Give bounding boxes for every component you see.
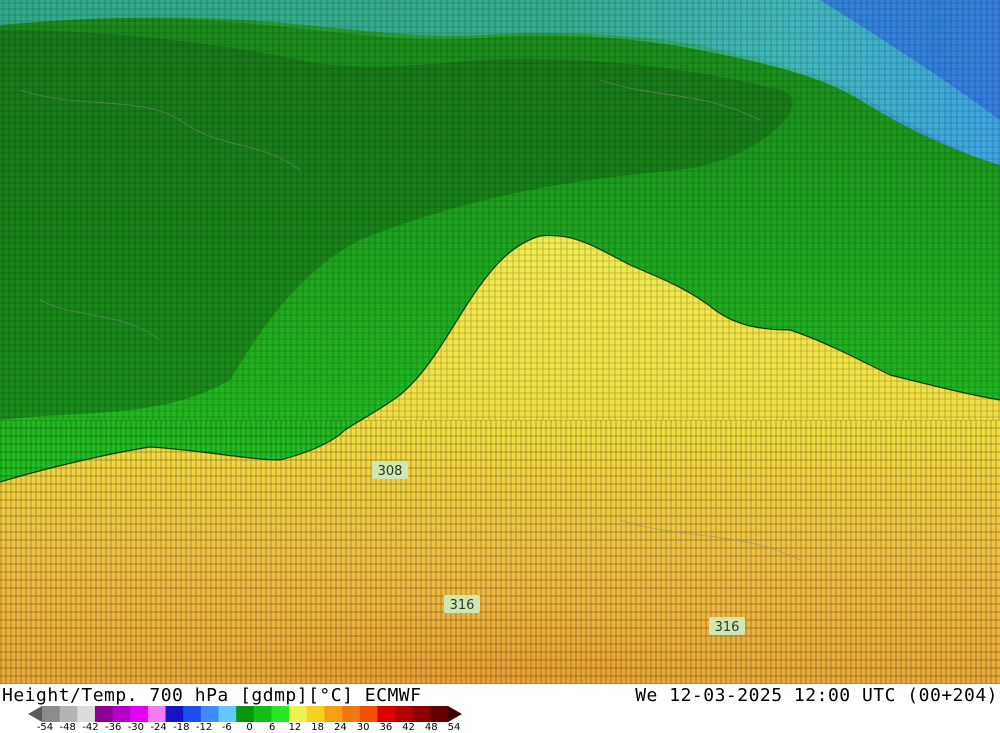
wind-barbs-north bbox=[0, 0, 1000, 420]
colorbar-segment bbox=[59, 706, 78, 722]
colorbar-segment bbox=[359, 706, 378, 722]
colorbar-tick-label: -24 bbox=[150, 722, 167, 733]
colorbar-segment bbox=[342, 706, 361, 722]
colorbar-segment bbox=[430, 706, 449, 722]
colorbar-segment bbox=[377, 706, 396, 722]
contour-label-316-center: 316 bbox=[444, 595, 480, 613]
colorbar-segment bbox=[147, 706, 167, 722]
colorbar-tick-label: -48 bbox=[59, 722, 76, 733]
colorbar-tick-label: 0 bbox=[246, 722, 253, 733]
colorbar-tick-label: -36 bbox=[104, 722, 122, 733]
colorbar-segment bbox=[412, 706, 431, 722]
colorbar-segment bbox=[42, 706, 61, 722]
forecast-datetime: We 12-03-2025 12:00 UTC (00+204) bbox=[635, 685, 998, 706]
svg-text:308: 308 bbox=[378, 464, 403, 479]
contour-label-308: 308 bbox=[372, 461, 408, 479]
colorbar-tick-label: 18 bbox=[311, 722, 325, 733]
colorbar-tick-label: -54 bbox=[36, 722, 54, 733]
colorbar-tick-label: -6 bbox=[221, 722, 232, 733]
colorbar-segment bbox=[200, 706, 220, 722]
contour-label-316-right: 316 bbox=[709, 617, 745, 635]
svg-text:316: 316 bbox=[450, 598, 475, 613]
colorbar-arrow-left bbox=[28, 706, 42, 722]
colorbar-arrow-right bbox=[448, 706, 462, 722]
colorbar-tick-label: -30 bbox=[127, 722, 145, 733]
colorbar-tick-label: 12 bbox=[288, 722, 302, 733]
colorbar-tick-label: -42 bbox=[82, 722, 99, 733]
colorbar-tick-label: 6 bbox=[269, 722, 276, 733]
colorbar-tick-label: 54 bbox=[447, 722, 461, 733]
colorbar-segment bbox=[218, 706, 237, 722]
colorbar-segment bbox=[130, 706, 149, 722]
color-scale-legend bbox=[28, 706, 462, 722]
colorbar-segment bbox=[253, 706, 272, 722]
colorbar-segment bbox=[289, 706, 308, 722]
colorbar-segment bbox=[94, 706, 114, 722]
colorbar-segment bbox=[395, 706, 414, 722]
colorbar-segment bbox=[271, 706, 290, 722]
colorbar-segment bbox=[112, 706, 131, 722]
svg-text:316: 316 bbox=[715, 620, 740, 635]
colorbar-tick-label: -18 bbox=[173, 722, 190, 733]
colorbar-tick-label: 24 bbox=[334, 722, 347, 733]
colorbar-segment bbox=[77, 706, 96, 722]
colorbar-tick-label: 36 bbox=[379, 722, 393, 733]
colorbar-segment bbox=[183, 706, 202, 722]
colorbar-tick-label: -12 bbox=[195, 722, 213, 733]
colorbar-tick-label: 48 bbox=[424, 722, 438, 733]
colorbar-segment bbox=[324, 706, 343, 722]
wind-barbs-south bbox=[0, 420, 1000, 684]
weather-map: 308 316 316 bbox=[0, 0, 1000, 684]
colorbar-segment bbox=[165, 706, 184, 722]
colorbar-tick-label: 42 bbox=[402, 722, 415, 733]
colorbar-tick-label: 30 bbox=[356, 722, 370, 733]
colorbar-segment bbox=[236, 706, 255, 722]
colorbar-segment bbox=[306, 706, 325, 722]
map-title: Height/Temp. 700 hPa [gdmp][°C] ECMWF bbox=[2, 685, 422, 706]
